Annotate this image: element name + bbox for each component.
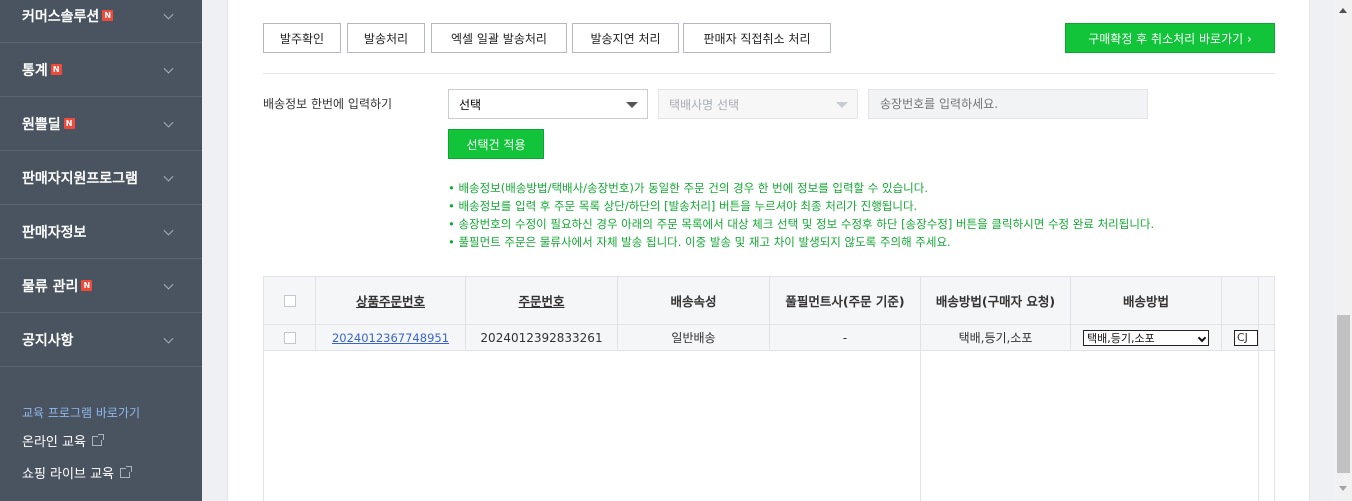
buyer-method-cell: 택배,등기,소포	[921, 325, 1071, 350]
row-courier-select[interactable]: CJ대한통운	[1234, 329, 1258, 346]
bulk-shipping-label: 배송정보 한번에 입력하기	[263, 97, 393, 111]
cancel-after-confirm-button[interactable]: 구매확정 후 취소처리 바로가기 ›	[1065, 23, 1275, 53]
select-all-checkbox[interactable]	[283, 294, 296, 307]
sidebar-item-label: 판매자지원프로그램	[22, 170, 138, 187]
guide-note: • 송장번호의 수정이 필요하신 경우 아래의 주문 목록에서 대상 체크 선택…	[448, 217, 1155, 231]
column-divider	[1258, 351, 1259, 501]
header-fulfillment: 풀필먼트사(주문 기준)	[770, 277, 921, 324]
chevron-down-icon	[1197, 333, 1207, 342]
scroll-down-arrow-icon[interactable]	[1339, 486, 1347, 491]
header-order-no[interactable]: 주문번호	[466, 277, 618, 324]
dispatch-delay-button[interactable]: 발송지연 처리	[572, 23, 679, 53]
new-badge: N	[50, 64, 62, 75]
courier-cell: CJ대한통운	[1222, 325, 1259, 350]
column-divider	[920, 351, 921, 501]
live-shopping-education-link[interactable]: 쇼핑 라이브 교육	[22, 463, 132, 482]
chevron-down-icon	[163, 279, 174, 290]
fulfillment-cell: -	[770, 325, 921, 350]
sidebar-item-seller-info[interactable]: 판매자정보	[0, 205, 202, 259]
table-header: 상품주문번호 주문번호 배송속성 풀필먼트사(주문 기준) 배송방법(구매자 요…	[264, 277, 1274, 325]
product-order-no-cell: 2024012367748951	[316, 325, 466, 350]
header-ship-method: 배송방법	[1071, 277, 1222, 324]
external-link-icon	[91, 433, 104, 446]
row-shipping-method-select[interactable]: 택배,등기,소포	[1083, 329, 1209, 346]
chevron-down-icon	[163, 63, 174, 74]
dropdown-arrow-icon	[836, 102, 848, 108]
new-badge: N	[102, 10, 114, 21]
apply-selected-button[interactable]: 선택건 적용	[448, 129, 544, 159]
new-badge: N	[81, 280, 93, 291]
online-education-link[interactable]: 온라인 교육	[22, 431, 104, 450]
sidebar-item-label: 공지사항	[22, 332, 74, 349]
sidebar-item-label: 통계	[22, 62, 48, 79]
guide-note: • 풀필먼트 주문은 물류사에서 자체 발송 됩니다. 이중 발송 및 재고 차…	[448, 235, 951, 249]
chevron-down-icon	[163, 225, 174, 236]
education-section-title: 교육 프로그램 바로가기	[22, 406, 141, 420]
select-value: 택배,등기,소포	[1087, 331, 1155, 345]
new-badge: N	[63, 118, 75, 129]
order-no-cell: 2024012392833261	[466, 325, 618, 350]
select-value: 선택	[459, 97, 482, 112]
sidebar-item-notice[interactable]: 공지사항	[0, 313, 202, 367]
invoice-number-input[interactable]	[868, 89, 1148, 119]
sidebar: 커머스솔루션 N 통계 N 원쁠딜 N 판매자지원프로그램 판매자정보 물류 관…	[0, 0, 202, 501]
shipping-method-select[interactable]: 선택	[448, 89, 648, 119]
external-link-icon	[120, 465, 132, 478]
scrollbar-thumb[interactable]	[1337, 315, 1350, 473]
link-label: 온라인 교육	[22, 435, 86, 450]
table-row[interactable]: 2024012367748951 2024012392833261 일반배송 -…	[264, 325, 1274, 351]
guide-note: • 배송정보(배송방법/택배사/송장번호)가 동일한 주문 건의 경우 한 번에…	[448, 181, 928, 195]
header-product-order-no[interactable]: 상품주문번호	[316, 277, 466, 324]
dispatch-button[interactable]: 발송처리	[347, 23, 425, 53]
chevron-down-icon	[163, 117, 174, 128]
scroll-up-arrow-icon[interactable]	[1339, 8, 1347, 13]
header-courier	[1222, 277, 1259, 324]
seller-cancel-button[interactable]: 판매자 직접취소 처리	[683, 23, 831, 53]
guide-notes: • 배송정보(배송방법/택배사/송장번호)가 동일한 주문 건의 경우 한 번에…	[448, 179, 1154, 251]
header-ship-attr: 배송속성	[618, 277, 770, 324]
sidebar-item-logistics[interactable]: 물류 관리 N	[0, 259, 202, 313]
header-buyer-method: 배송방법(구매자 요청)	[921, 277, 1071, 324]
order-management-panel: 발주확인 발송처리 엑셀 일괄 발송처리 발송지연 처리 판매자 직접취소 처리…	[227, 0, 1310, 501]
confirm-order-button[interactable]: 발주확인	[263, 23, 341, 53]
sidebar-item-seller-support[interactable]: 판매자지원프로그램	[0, 151, 202, 205]
link-label: 쇼핑 라이브 교육	[22, 467, 114, 482]
ship-method-cell: 택배,등기,소포	[1071, 325, 1222, 350]
sidebar-item-label: 판매자정보	[22, 224, 87, 241]
row-checkbox-cell	[264, 325, 316, 350]
sidebar-item-label: 원쁠딜	[22, 116, 61, 133]
row-checkbox[interactable]	[283, 331, 296, 344]
chevron-down-icon	[163, 333, 174, 344]
sidebar-item-stats[interactable]: 통계 N	[0, 43, 202, 97]
ship-attr-cell: 일반배송	[618, 325, 770, 350]
header-checkbox-cell	[264, 277, 316, 324]
guide-note: • 배송정보를 입력 후 주문 목록 상단/하단의 [발송처리] 버튼을 누르셔…	[448, 199, 918, 213]
chevron-down-icon	[163, 9, 174, 20]
sidebar-item-label: 물류 관리	[22, 278, 79, 295]
sidebar-item-commerce-solution[interactable]: 커머스솔루션 N	[0, 0, 202, 43]
product-order-no-link[interactable]: 2024012367748951	[332, 331, 449, 345]
sidebar-item-label: 커머스솔루션	[22, 8, 100, 25]
excel-bulk-dispatch-button[interactable]: 엑셀 일괄 발송처리	[431, 23, 567, 53]
select-value: 택배사명 선택	[669, 97, 740, 112]
courier-select[interactable]: 택배사명 선택	[658, 89, 858, 119]
dropdown-arrow-icon	[626, 102, 638, 108]
chevron-down-icon	[163, 171, 174, 182]
divider	[263, 73, 1275, 74]
order-table: 상품주문번호 주문번호 배송속성 풀필먼트사(주문 기준) 배송방법(구매자 요…	[263, 276, 1275, 501]
sidebar-item-one-plus-deal[interactable]: 원쁠딜 N	[0, 97, 202, 151]
